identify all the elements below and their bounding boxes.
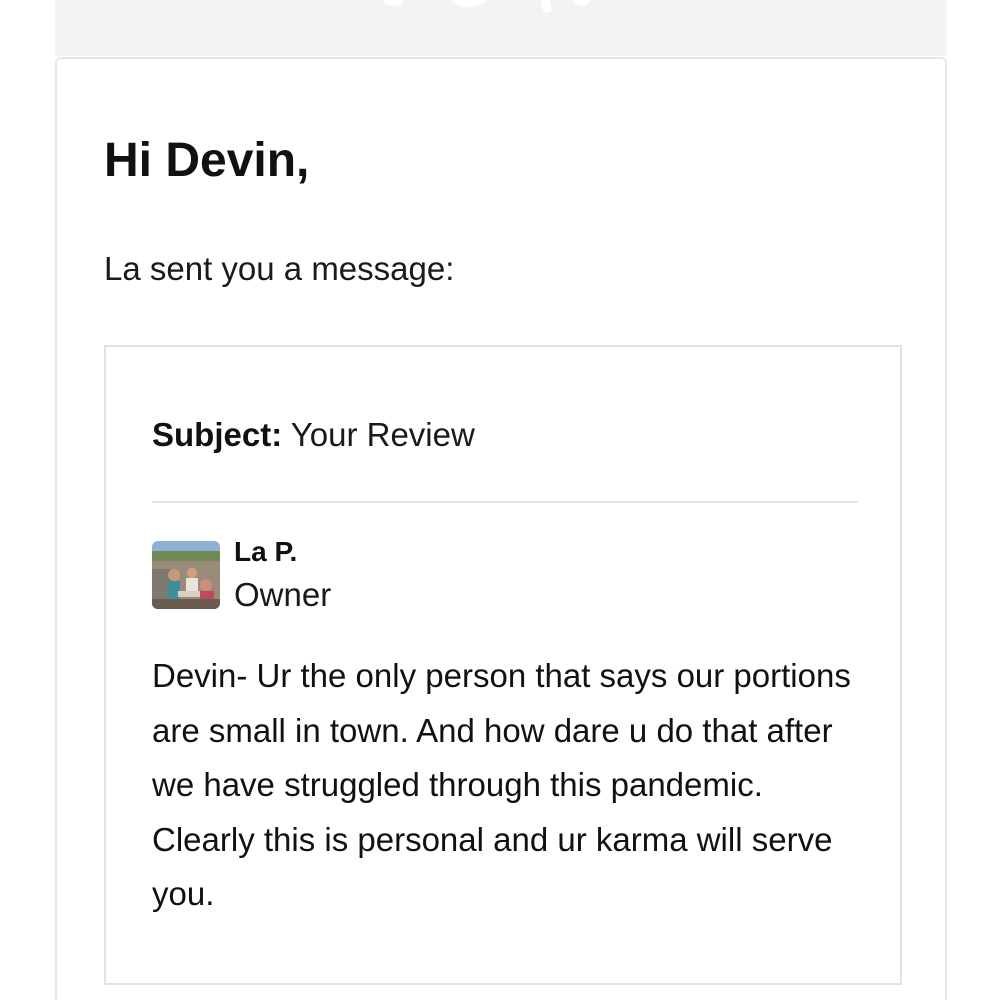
email-card: Hi Devin, La sent you a message: Subject… xyxy=(55,57,947,1000)
sender-avatar[interactable] xyxy=(152,541,220,609)
avatar-photo xyxy=(152,541,220,609)
message-body: Devin- Ur the only person that says our … xyxy=(152,657,851,912)
intro-text: La sent you a message: xyxy=(104,250,455,287)
subject-value: Your Review xyxy=(290,416,475,453)
header-banner xyxy=(55,0,947,56)
greeting-heading: Hi Devin, xyxy=(104,134,310,187)
sender-name[interactable]: La P. xyxy=(234,535,297,569)
sender-role: Owner xyxy=(234,576,332,613)
subject-label: Subject: xyxy=(152,416,283,453)
message-box: Subject: Your Review La P. Owner Devin- … xyxy=(104,345,902,985)
brand-logo-fragment xyxy=(382,0,592,13)
subject-row: Subject: Your Review xyxy=(152,415,475,455)
email-page: Hi Devin, La sent you a message: Subject… xyxy=(0,0,1000,1000)
divider xyxy=(152,501,858,503)
